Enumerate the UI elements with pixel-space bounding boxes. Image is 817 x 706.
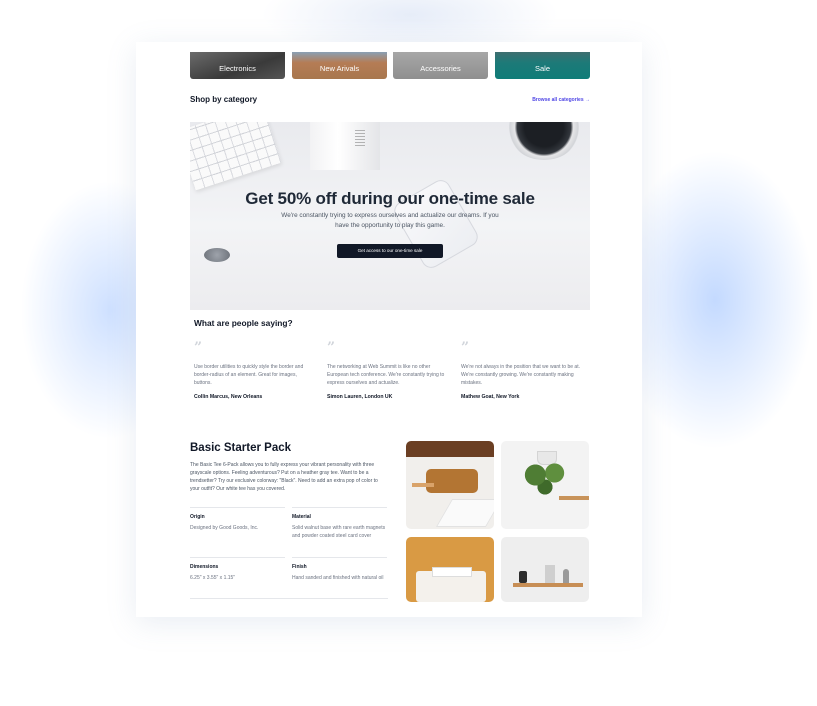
category-label: Electronics xyxy=(219,64,256,73)
spec-divider xyxy=(190,598,388,599)
get-access-button[interactable]: Get access to our one-time sale xyxy=(337,244,443,258)
spec-finish: Finish Hand sanded and finished with nat… xyxy=(292,557,387,598)
category-label: Accessories xyxy=(420,64,461,73)
testimonial-text: The networking at Web Summit is like no … xyxy=(327,364,445,386)
shelf-shape xyxy=(513,583,583,587)
spec-label: Origin xyxy=(190,514,205,520)
product-image-bed[interactable] xyxy=(406,537,494,602)
category-card-sale[interactable]: Sale xyxy=(495,52,590,79)
category-label: New Arivals xyxy=(319,64,360,73)
spec-label: Material xyxy=(292,514,311,520)
sofa-shape xyxy=(426,469,478,493)
product-image-plant[interactable] xyxy=(501,441,589,529)
sale-hero-banner: Get 50% off during our one-time sale We'… xyxy=(190,122,590,310)
testimonial-author: Collin Marcus, New Orleans xyxy=(194,394,263,400)
product-image-sofa[interactable] xyxy=(406,441,494,529)
spec-value: 6.25" x 3.55" x 1.15" xyxy=(190,575,236,581)
spec-label: Finish xyxy=(292,564,307,570)
category-strip: Electronics New Arivals Accessories Sale xyxy=(190,52,590,79)
testimonial-text: Use border utilities to quickly style th… xyxy=(194,364,304,386)
spec-value: Designed by Good Goods, Inc. xyxy=(190,525,259,531)
spec-value: Solid walnut base with rare earth magnet… xyxy=(292,525,386,539)
pillow-shape xyxy=(432,567,472,577)
coffee-cup-image xyxy=(508,122,580,160)
category-card-accessories[interactable]: Accessories xyxy=(393,52,488,79)
spec-label: Dimensions xyxy=(190,564,219,570)
spec-dimensions: Dimensions 6.25" x 3.55" x 1.15" xyxy=(190,557,285,598)
testimonial-card: ” The networking at Web Summit is like n… xyxy=(327,340,447,400)
testimonials-heading: What are people saying? xyxy=(194,318,293,328)
speaker-image xyxy=(204,248,230,262)
keyboard-image xyxy=(190,122,282,191)
rug-shape xyxy=(435,499,494,527)
spec-value: Hand sanded and finished with natural oi… xyxy=(292,575,384,581)
box-label-image xyxy=(355,128,365,146)
category-card-electronics[interactable]: Electronics xyxy=(190,52,285,79)
product-box-image xyxy=(310,122,380,170)
quote-icon: ” xyxy=(194,340,203,356)
quote-icon: ” xyxy=(461,340,470,356)
spec-origin: Origin Designed by Good Goods, Inc. xyxy=(190,507,285,556)
leaves-shape xyxy=(521,459,569,499)
vase-shape xyxy=(563,569,569,583)
hero-subtitle: We're constantly trying to express ourse… xyxy=(281,212,499,229)
product-title: Basic Starter Pack xyxy=(190,442,292,454)
hero-title: Get 50% off during our one-time sale xyxy=(245,189,535,208)
background-glow-right xyxy=(615,150,815,450)
category-card-new-arrivals[interactable]: New Arivals xyxy=(292,52,387,79)
frame-shape xyxy=(545,565,555,583)
testimonial-author: Mathew Goat, New York xyxy=(461,394,520,400)
category-label: Sale xyxy=(534,64,550,73)
quote-icon: ” xyxy=(327,340,336,356)
testimonial-text: We're not always in the position that we… xyxy=(461,364,580,386)
product-description: The Basic Tee 6-Pack allows you to fully… xyxy=(190,462,378,492)
shelf-shape xyxy=(559,496,589,500)
spec-material: Material Solid walnut base with rare ear… xyxy=(292,507,387,556)
page-content: Electronics New Arivals Accessories Sale… xyxy=(190,52,590,602)
browse-all-categories-link[interactable]: Browse all categories → xyxy=(532,97,590,103)
testimonial-card: ” Use border utilities to quickly style … xyxy=(194,340,314,400)
camera-shape xyxy=(519,571,527,583)
table-shape xyxy=(412,483,434,487)
product-image-shelf[interactable] xyxy=(501,537,589,602)
testimonial-author: Simon Lauren, London UK xyxy=(327,394,393,400)
shop-by-category-heading: Shop by category xyxy=(190,95,258,104)
testimonial-card: ” We're not always in the position that … xyxy=(461,340,581,400)
